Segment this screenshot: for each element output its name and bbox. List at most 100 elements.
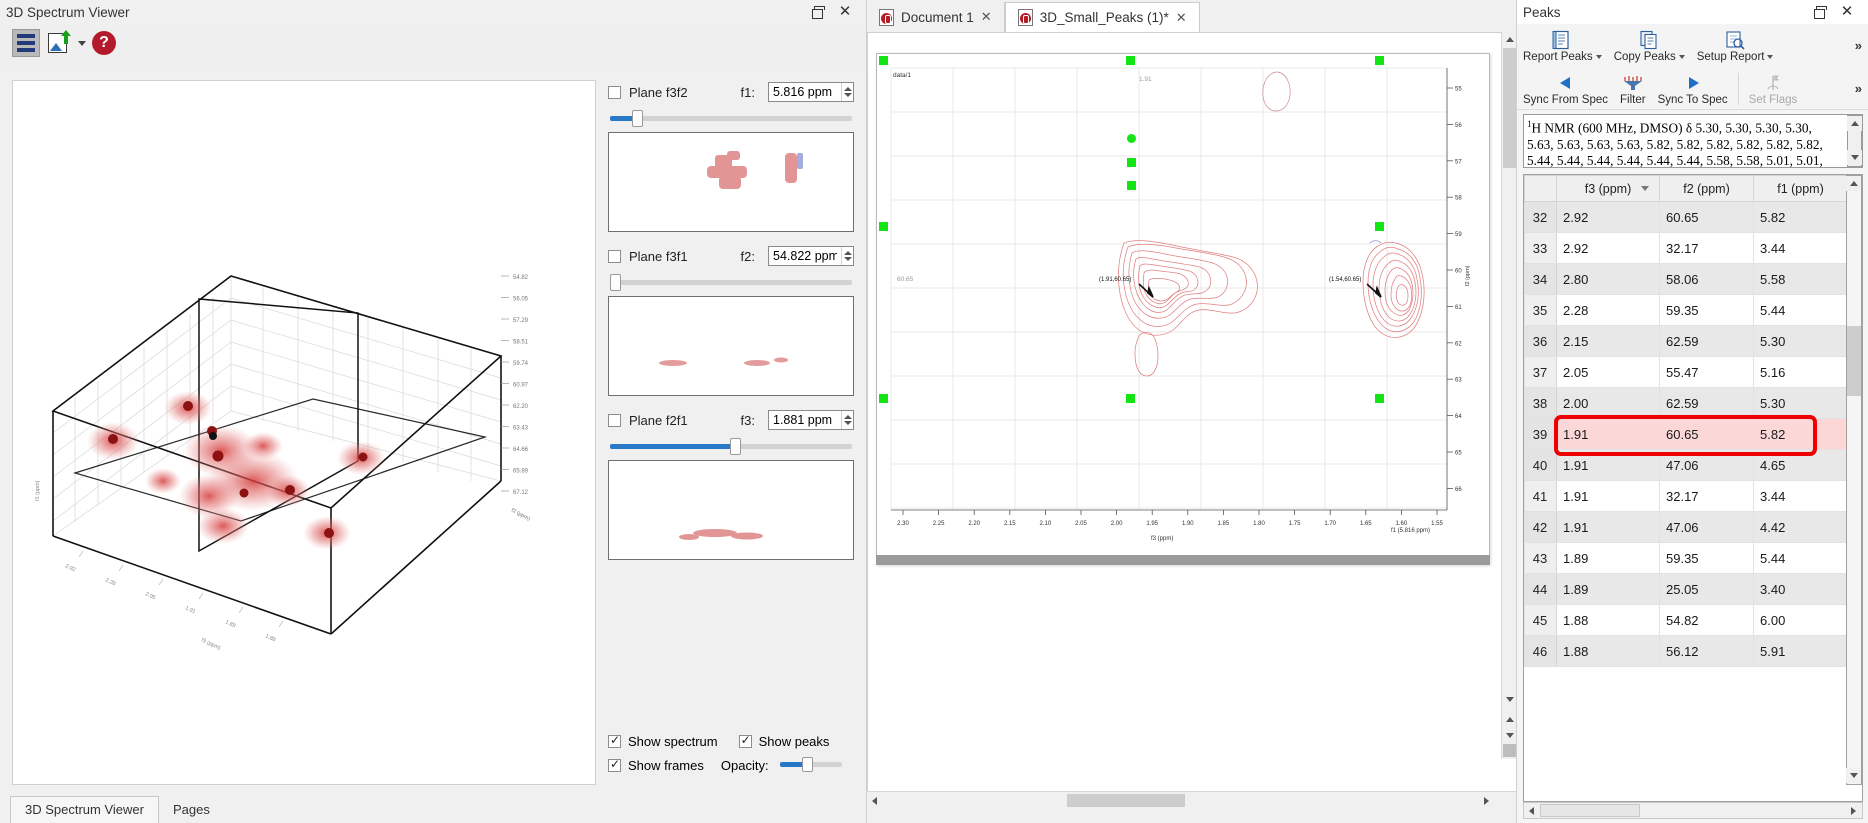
peaks-hscroll-thumb[interactable] bbox=[1540, 804, 1640, 817]
table-row[interactable]: 37 2.05 55.47 5.16 bbox=[1524, 356, 1848, 388]
slider-thumb[interactable] bbox=[730, 438, 741, 455]
plane-f3f1-preview[interactable] bbox=[608, 296, 854, 396]
plane-f3f2-input[interactable] bbox=[769, 83, 842, 101]
plane-f3f1-slider[interactable] bbox=[610, 274, 852, 292]
resize-handle-tr[interactable] bbox=[1375, 56, 1384, 65]
export-image-icon[interactable] bbox=[46, 30, 72, 56]
slider-thumb[interactable] bbox=[610, 274, 621, 291]
nmr-scroll-up-button[interactable] bbox=[1847, 116, 1862, 131]
chevron-down-icon[interactable] bbox=[1767, 54, 1774, 59]
plane-f3f2-checkbox[interactable] bbox=[608, 85, 621, 99]
peaks-scroll-left-button[interactable] bbox=[1524, 803, 1539, 818]
setup-report-button[interactable]: Setup Report bbox=[1691, 24, 1780, 67]
resize-handle-bl[interactable] bbox=[879, 394, 888, 403]
hamburger-menu-icon[interactable] bbox=[12, 29, 40, 57]
opacity-slider[interactable] bbox=[779, 757, 842, 773]
table-row[interactable]: 34 2.80 58.06 5.58 bbox=[1524, 263, 1848, 295]
scroll-left-button[interactable] bbox=[867, 793, 882, 808]
set-flags-button[interactable]: Set Flags bbox=[1743, 67, 1804, 110]
plane-f2f1-spinbox[interactable] bbox=[768, 410, 854, 430]
table-row[interactable]: 38 2.00 62.59 5.30 bbox=[1524, 387, 1848, 419]
page-down-button[interactable] bbox=[1502, 728, 1517, 743]
plane-f3f2-preview[interactable] bbox=[608, 132, 854, 232]
copy-peaks-button[interactable]: Copy Peaks bbox=[1608, 24, 1691, 67]
filter-button[interactable]: Filter bbox=[1614, 67, 1652, 110]
show-spectrum-checkbox[interactable] bbox=[608, 733, 621, 748]
tab-3d-small-peaks-close-icon[interactable]: ✕ bbox=[1176, 10, 1187, 26]
table-row[interactable]: 39 1.91 60.65 5.82 bbox=[1524, 418, 1848, 450]
peaks-table-vscrollbar[interactable] bbox=[1846, 175, 1862, 785]
table-row[interactable]: 46 1.88 56.12 5.91 bbox=[1524, 635, 1848, 667]
tab-3d-spectrum-viewer[interactable]: 3D Spectrum Viewer bbox=[10, 796, 159, 823]
plane-f2f1-preview[interactable] bbox=[608, 460, 854, 560]
peaks-scroll-down-button[interactable] bbox=[1846, 768, 1861, 783]
help-question-icon[interactable]: ? bbox=[92, 31, 116, 55]
table-row[interactable]: 41 1.91 32.17 3.44 bbox=[1524, 480, 1848, 512]
plane-f3f1-spinbox[interactable] bbox=[768, 246, 854, 266]
resize-handle-tl[interactable] bbox=[879, 56, 888, 65]
peaks-scroll-up-button[interactable] bbox=[1846, 176, 1861, 191]
hscroll-thumb[interactable] bbox=[1067, 794, 1185, 807]
restore-icon[interactable] bbox=[1812, 5, 1827, 19]
table-row[interactable]: 33 2.92 32.17 3.44 bbox=[1524, 232, 1848, 264]
nmr-summary-text[interactable]: 1H NMR (600 MHz, DMSO) δ 5.30, 5.30, 5.3… bbox=[1523, 114, 1863, 168]
slider-thumb[interactable] bbox=[801, 757, 813, 772]
3d-spectrum-plot[interactable]: 54.82 56.05 57.29 58.51 59.74 60.97 62.20 63.43… bbox=[12, 80, 596, 785]
plane-f3f1-spin-arrows[interactable] bbox=[841, 247, 853, 265]
column-header-index[interactable] bbox=[1524, 175, 1557, 202]
plane-f3f1-input[interactable] bbox=[769, 247, 842, 265]
plane-f3f1-checkbox[interactable] bbox=[608, 249, 621, 263]
tab-3d-small-peaks[interactable]: 3D_Small_Peaks (1)* ✕ bbox=[1004, 2, 1200, 32]
plane-f2f1-checkbox[interactable] bbox=[608, 413, 621, 427]
object-handle-top-1[interactable] bbox=[1127, 158, 1136, 167]
spectrum-page[interactable]: data/1 1.91 60.65 (1.91,60.65) (1.54,60.… bbox=[876, 53, 1490, 565]
peaks-scroll-right-button[interactable] bbox=[1846, 803, 1861, 818]
plane-f2f1-input[interactable] bbox=[769, 411, 842, 429]
nmr-text-scrollbar[interactable] bbox=[1847, 115, 1862, 167]
nmr-scroll-down-button[interactable] bbox=[1847, 150, 1862, 165]
resize-handle-bc[interactable] bbox=[1126, 394, 1135, 403]
show-frames-checkbox[interactable] bbox=[608, 757, 621, 772]
scroll-up-button[interactable] bbox=[1502, 32, 1517, 47]
sync-to-spec-button[interactable]: Sync To Spec bbox=[1652, 67, 1734, 110]
restore-icon[interactable] bbox=[810, 5, 825, 19]
object-handle-top-2[interactable] bbox=[1127, 181, 1136, 190]
plane-f2f1-slider[interactable] bbox=[610, 438, 852, 456]
column-header-f1[interactable]: f1 (ppm) bbox=[1753, 175, 1848, 202]
table-row[interactable]: 36 2.15 62.59 5.30 bbox=[1524, 325, 1848, 357]
ribbon-expand-row2-icon[interactable]: » bbox=[1855, 81, 1868, 96]
plane-f3f2-spinbox[interactable] bbox=[768, 82, 854, 102]
resize-handle-tc[interactable] bbox=[1126, 56, 1135, 65]
report-peaks-button[interactable]: Report Peaks bbox=[1517, 24, 1608, 67]
ribbon-expand-row1-icon[interactable]: » bbox=[1855, 38, 1868, 53]
document-canvas[interactable]: data/1 1.91 60.65 (1.91,60.65) (1.54,60.… bbox=[867, 32, 1517, 792]
table-row[interactable]: 32 2.92 60.65 5.82 bbox=[1524, 201, 1848, 233]
page-up-button[interactable] bbox=[1502, 712, 1517, 727]
sync-from-spec-button[interactable]: Sync From Spec bbox=[1517, 67, 1614, 110]
peaks-table-container[interactable]: f3 (ppm) f2 (ppm) f1 (ppm) 32 2.92 60.65 5.… bbox=[1523, 174, 1863, 802]
plane-f2f1-spin-arrows[interactable] bbox=[841, 411, 853, 429]
document-hscrollbar[interactable] bbox=[867, 791, 1517, 808]
close-icon[interactable]: ✕ bbox=[838, 4, 852, 19]
resize-handle-ml[interactable] bbox=[879, 222, 888, 231]
tab-pages[interactable]: Pages bbox=[158, 797, 224, 823]
column-header-f3[interactable]: f3 (ppm) bbox=[1556, 175, 1660, 202]
plane-f3f2-slider[interactable] bbox=[610, 110, 852, 128]
vscroll-thumb[interactable] bbox=[1503, 48, 1516, 168]
close-icon[interactable]: ✕ bbox=[1840, 4, 1854, 19]
slider-thumb[interactable] bbox=[632, 110, 643, 127]
chevron-down-icon[interactable] bbox=[1678, 54, 1685, 59]
peaks-table-hscrollbar[interactable] bbox=[1523, 802, 1863, 819]
resize-handle-mr[interactable] bbox=[1375, 222, 1384, 231]
chevron-down-icon[interactable] bbox=[1595, 54, 1602, 59]
show-peaks-checkbox[interactable] bbox=[738, 733, 752, 748]
tab-document-1[interactable]: Document 1 ✕ bbox=[867, 2, 1005, 32]
document-vscrollbar[interactable] bbox=[1501, 32, 1517, 759]
peaks-vscroll-thumb[interactable] bbox=[1847, 326, 1861, 396]
column-header-f2[interactable]: f2 (ppm) bbox=[1659, 175, 1754, 202]
plane-f3f2-spin-arrows[interactable] bbox=[841, 83, 853, 101]
scroll-down-button[interactable] bbox=[1502, 692, 1517, 707]
table-row[interactable]: 43 1.89 59.35 5.44 bbox=[1524, 542, 1848, 574]
table-row[interactable]: 40 1.91 47.06 4.65 bbox=[1524, 449, 1848, 481]
scroll-right-button[interactable] bbox=[1479, 793, 1494, 808]
